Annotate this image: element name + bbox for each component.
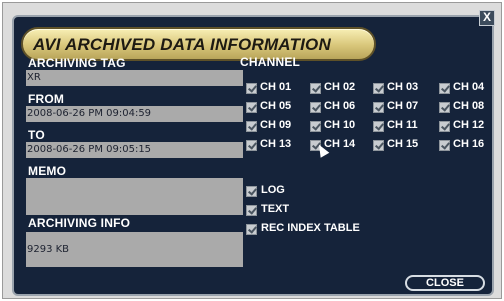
checkbox-checked-icon (246, 121, 257, 132)
memo-label: MEMO (28, 164, 67, 178)
to-label: TO (28, 128, 45, 142)
checkbox-checked-icon (310, 102, 321, 113)
checkbox-checked-icon (310, 121, 321, 132)
close-button[interactable]: CLOSE (405, 275, 485, 291)
checkbox-checked-icon (246, 205, 257, 216)
checkbox-checked-icon (373, 83, 384, 94)
checkbox-checked-icon (373, 140, 384, 151)
archiving-info-label: ARCHIVING INFO (28, 216, 131, 230)
to-field[interactable]: 2008-06-26 PM 09:05:15 (26, 142, 243, 158)
checkbox-checked-icon (373, 102, 384, 113)
close-icon[interactable]: X (479, 10, 495, 26)
from-label: FROM (28, 92, 65, 106)
checkbox-checked-icon (310, 83, 321, 94)
checkbox-checked-icon (439, 102, 450, 113)
archiving-tag-field[interactable]: XR (26, 70, 243, 86)
checkbox-checked-icon (373, 121, 384, 132)
dialog-title: AVI ARCHIVED DATA INFORMATION (33, 35, 331, 54)
memo-field[interactable] (26, 178, 243, 215)
checkbox-checked-icon (246, 186, 257, 197)
checkbox-checked-icon (439, 83, 450, 94)
channel-label: CHANNEL (240, 55, 301, 69)
checkbox-checked-icon (246, 102, 257, 113)
checkbox-checked-icon (439, 121, 450, 132)
checkbox-checked-icon (246, 83, 257, 94)
checkbox-checked-icon (439, 140, 450, 151)
from-field[interactable]: 2008-06-26 PM 09:04:59 (26, 106, 243, 122)
archiving-info-field: 9293 KB (26, 232, 243, 267)
checkbox-checked-icon (246, 224, 257, 235)
archiving-tag-label: ARCHIVING TAG (28, 56, 126, 70)
dialog-panel: AVI ARCHIVED DATA INFORMATION ARCHIVING … (12, 15, 494, 296)
checkbox-checked-icon (246, 140, 257, 151)
